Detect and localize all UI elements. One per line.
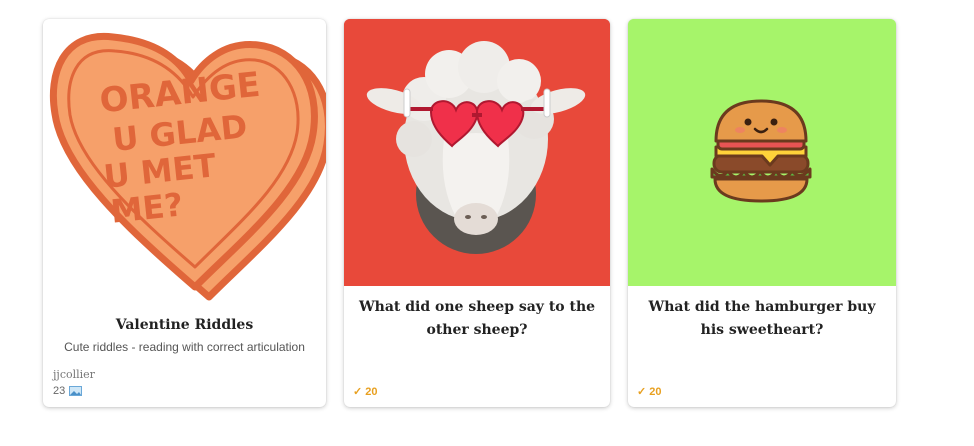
card-thumbnail: ORANGE U GLAD U MET ME? bbox=[43, 19, 326, 304]
card-score: ✓ 20 bbox=[637, 385, 662, 399]
check-icon: ✓ bbox=[353, 386, 363, 398]
activity-card-hamburger-riddle[interactable]: What did the hamburger buy his sweethear… bbox=[628, 19, 896, 407]
card-author[interactable]: jjcollier bbox=[53, 368, 95, 381]
card-score-value: 20 bbox=[365, 385, 378, 398]
card-count-value: 23 bbox=[53, 385, 66, 397]
cute-hamburger-image bbox=[628, 19, 896, 286]
card-count: 23 bbox=[53, 385, 83, 397]
card-thumbnail bbox=[628, 19, 896, 286]
card-title: What did the hamburger buy his sweethear… bbox=[648, 299, 876, 338]
card-description: Cute riddles - reading with correct arti… bbox=[64, 340, 305, 354]
card-title: What did one sheep say to the other shee… bbox=[358, 299, 596, 338]
activity-card-sheep-riddle[interactable]: What did one sheep say to the other shee… bbox=[344, 19, 610, 407]
sheep-with-heart-glasses-image bbox=[344, 19, 610, 286]
card-score-value: 20 bbox=[649, 385, 662, 398]
image-icon bbox=[69, 386, 83, 396]
card-title: Valentine Riddles bbox=[115, 317, 254, 333]
activity-card-valentine-riddles[interactable]: ORANGE U GLAD U MET ME? Valentine Riddle… bbox=[43, 19, 326, 407]
candy-heart-image: ORANGE U GLAD U MET ME? bbox=[49, 32, 326, 301]
card-thumbnail bbox=[344, 19, 610, 286]
check-icon: ✓ bbox=[637, 386, 647, 398]
heart-text-line-4: ME? bbox=[109, 185, 185, 230]
card-score: ✓ 20 bbox=[353, 385, 378, 399]
